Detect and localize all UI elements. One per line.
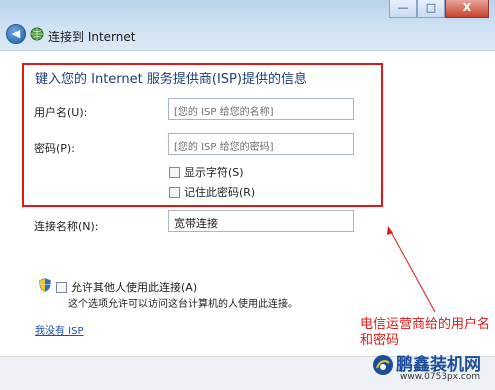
watermark-logo-icon [373, 355, 393, 375]
annotation-note: 电信运营商给的用户名和密码 [360, 317, 491, 348]
watermark-url: www.0753px.com [400, 372, 481, 382]
